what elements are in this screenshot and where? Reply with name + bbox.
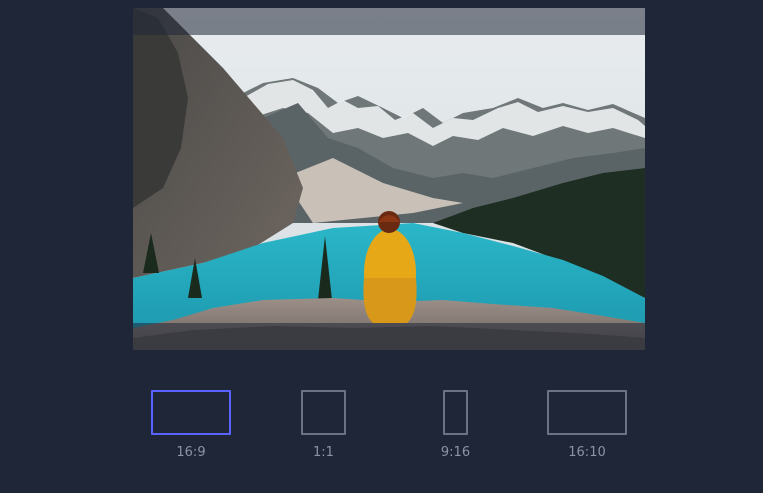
ratio-label: 16:9 — [176, 445, 206, 460]
crop-mask-bottom — [133, 323, 645, 350]
ratio-option-9-16[interactable]: 9:16 — [441, 390, 470, 460]
ratio-option-16-10[interactable]: 16:10 — [547, 390, 627, 460]
ratio-9-16-icon — [443, 390, 468, 435]
ratio-option-1-1[interactable]: 1:1 — [301, 390, 346, 460]
crop-editor: 16:9 1:1 9:16 16:10 — [0, 0, 763, 493]
ratio-16-10-icon — [547, 390, 627, 435]
ratio-label: 1:1 — [313, 445, 334, 460]
photo-preview — [133, 8, 645, 350]
ratio-label: 16:10 — [568, 445, 606, 460]
crop-area[interactable] — [133, 35, 645, 323]
crop-mask-top — [133, 8, 645, 35]
ratio-label: 9:16 — [440, 445, 471, 460]
ratio-1-1-icon — [301, 390, 346, 435]
ratio-option-16-9[interactable]: 16:9 — [151, 390, 231, 460]
ratio-16-9-icon — [151, 390, 231, 435]
